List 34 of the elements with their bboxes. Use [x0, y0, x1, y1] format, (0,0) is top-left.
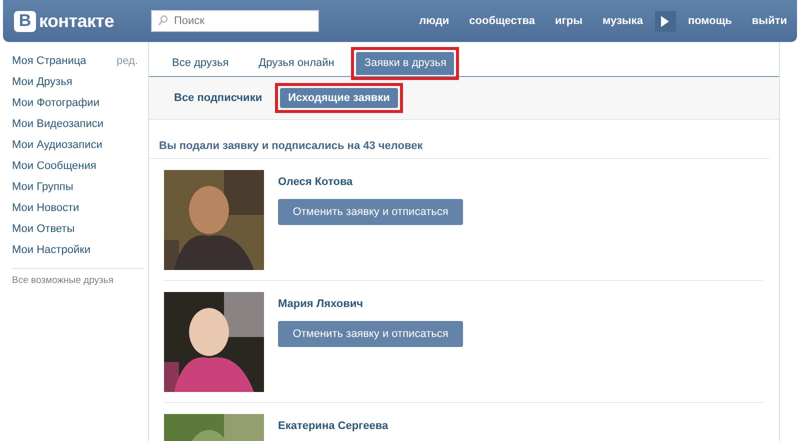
- sidebar-link[interactable]: Мои Настройки: [12, 244, 91, 256]
- person-name[interactable]: Мария Ляхович: [278, 298, 463, 310]
- search-field[interactable]: Поиск: [151, 10, 319, 32]
- sidebar-link[interactable]: Мои Друзья: [12, 76, 72, 88]
- tab[interactable]: Заявки в друзья: [356, 52, 454, 75]
- nav-link[interactable]: игры: [555, 15, 582, 27]
- cancel-request-button[interactable]: Отменить заявку и отписаться: [278, 321, 463, 347]
- nav-link[interactable]: музыка: [602, 15, 643, 27]
- sidebar-link[interactable]: Мои Фотографии: [12, 96, 100, 108]
- filter-tab[interactable]: Все подписчики: [166, 88, 270, 108]
- play-button[interactable]: [654, 10, 676, 32]
- sidebar-link[interactable]: Мои Новости: [12, 202, 80, 214]
- sidebar-link[interactable]: Моя Страница: [12, 54, 86, 66]
- nav-link[interactable]: выйти: [752, 15, 787, 27]
- sidebar-link[interactable]: Мои Аудиозаписи: [12, 138, 102, 150]
- sidebar-link[interactable]: Все возможные друзья: [12, 275, 114, 286]
- search-icon: [158, 15, 168, 26]
- tab[interactable]: Все друзья: [164, 52, 237, 75]
- tab[interactable]: Друзья онлайн: [250, 52, 342, 75]
- person-name[interactable]: Екатерина Сергеева: [278, 420, 388, 432]
- nav-link[interactable]: сообщества: [469, 15, 536, 27]
- cancel-request-button[interactable]: Отменить заявку и отписаться: [278, 199, 463, 225]
- sidebar-link[interactable]: Мои Видеозаписи: [12, 118, 104, 130]
- person-name[interactable]: Олеся Котова: [278, 176, 463, 188]
- nav-link[interactable]: люди: [419, 15, 450, 27]
- nav-link[interactable]: помощь: [688, 15, 732, 27]
- summary-heading: Вы подали заявку и подписались на 43 человек: [149, 120, 769, 159]
- sidebar-link[interactable]: Мои Ответы: [12, 222, 75, 234]
- sidebar-link[interactable]: Мои Группы: [12, 180, 74, 192]
- sidebar-link[interactable]: Мои Сообщения: [12, 160, 96, 172]
- play-icon: [661, 16, 670, 26]
- logo-text: контакте: [39, 10, 114, 32]
- filter-tab[interactable]: Исходящие заявки: [280, 88, 398, 108]
- logo-icon: В: [14, 10, 36, 32]
